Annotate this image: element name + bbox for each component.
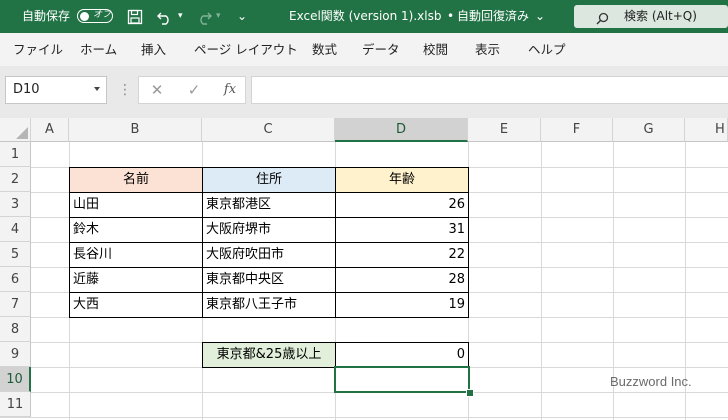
row-header-11[interactable]: 11 [0,392,31,417]
table-border [69,167,469,168]
table-border [468,167,469,318]
formula-input[interactable] [251,76,728,104]
row-header-7[interactable]: 7 [0,292,31,317]
tab-review[interactable]: 校閲 [423,33,448,66]
cell-address[interactable]: 大阪府堺市 [206,218,334,242]
formula-buttons: ✕ ✓ fx [138,76,246,104]
save-icon[interactable] [127,0,143,33]
cell-name[interactable]: 鈴木 [73,218,201,242]
cell-name[interactable]: 近藤 [73,268,201,292]
cell-address[interactable]: 東京都八王子市 [206,293,334,317]
row-header-2[interactable]: 2 [0,167,31,192]
gridline [541,118,542,420]
row-header-9[interactable]: 9 [0,342,31,367]
toggle-knob [80,11,89,21]
tab-file[interactable]: ファイル [13,33,63,66]
enter-icon[interactable]: ✓ [182,77,206,103]
autosave-label: 自動保存 [22,9,71,23]
cell-age[interactable]: 19 [336,293,465,317]
fill-handle[interactable] [466,389,474,397]
undo-dropdown-icon[interactable]: ▾ [178,0,183,33]
cell-name[interactable]: 山田 [73,193,201,217]
column-header-a[interactable]: A [31,118,69,142]
select-all-button[interactable] [0,118,31,142]
cell-name[interactable]: 大西 [73,293,201,317]
column-header-g[interactable]: G [613,118,685,142]
column-header-h[interactable]: H [685,118,728,142]
tab-page-layout[interactable]: ページ レイアウト [194,33,298,66]
table-border [202,342,203,368]
cancel-icon[interactable]: ✕ [145,77,169,103]
cell-name[interactable]: 長谷川 [73,243,201,267]
title-bar: 自動保存 オフ ▾ ▾ ⌄ Excel関数 (version 1).xlsb •… [0,0,728,33]
customize-quick-access-icon[interactable]: ⌄ [237,0,247,33]
active-cell[interactable] [334,366,470,393]
watermark: Buzzword Inc. [610,374,692,389]
table-border [202,167,203,318]
splitter-handle-icon[interactable]: ⋮ [118,80,132,100]
save-status[interactable]: 自動回復済み [457,0,529,33]
title-separator: • [447,9,455,23]
table-border [335,342,336,368]
table-border [69,267,469,268]
table-border [69,317,469,318]
header-address[interactable]: 住所 [203,168,335,192]
table-border [468,342,469,368]
name-box-dropdown-icon[interactable] [94,87,100,91]
search-label: 検索 (Alt+Q) [624,9,697,23]
tab-insert[interactable]: 挿入 [141,33,166,66]
table-border [69,242,469,243]
table-border [69,292,469,293]
table-border [69,192,469,193]
header-age[interactable]: 年齢 [336,168,468,192]
file-title: Excel関数 (version 1).xlsb [289,9,442,23]
search-icon [596,10,609,29]
ribbon-tabs: ファイル ホーム 挿入 ページ レイアウト 数式 データ 校閲 表示 ヘルプ [0,33,728,66]
formula-bar: D10 ⋮ ✕ ✓ fx [0,66,728,118]
redo-icon[interactable] [195,0,213,33]
search-box[interactable]: 検索 (Alt+Q) [574,5,728,28]
row-header-10[interactable]: 10 [0,367,31,392]
worksheet-grid: 名前 住所 年齢 山田 東京都港区 26 鈴木 大阪府堺市 31 長谷川 大阪府… [0,118,728,420]
cell-age[interactable]: 26 [336,193,465,217]
cell-address[interactable]: 東京都港区 [206,193,334,217]
cell-address[interactable]: 大阪府吹田市 [206,243,334,267]
condition-label[interactable]: 東京都&25歳以上 [203,343,335,367]
save-status-chevron-icon[interactable]: ⌄ [535,0,545,33]
column-header-e[interactable]: E [468,118,541,142]
cell-age[interactable]: 22 [336,243,465,267]
cell-address[interactable]: 東京都中央区 [206,268,334,292]
row-header-5[interactable]: 5 [0,242,31,267]
column-header-d[interactable]: D [335,118,468,142]
table-border [69,167,70,318]
autosave-state: オフ [93,10,112,20]
undo-icon[interactable] [156,0,174,33]
gridline [0,417,728,418]
name-box-value: D10 [13,82,40,97]
cell-age[interactable]: 31 [336,218,465,242]
column-header-f[interactable]: F [541,118,613,142]
table-border [69,217,469,218]
table-border [335,167,336,318]
row-header-1[interactable]: 1 [0,142,31,167]
row-header-4[interactable]: 4 [0,217,31,242]
row-header-8[interactable]: 8 [0,317,31,342]
tab-formulas[interactable]: 数式 [312,33,337,66]
column-header-c[interactable]: C [202,118,335,142]
result-cell[interactable]: 0 [336,343,465,367]
tab-help[interactable]: ヘルプ [528,33,566,66]
cell-age[interactable]: 28 [336,268,465,292]
header-name[interactable]: 名前 [70,168,202,192]
column-header-b[interactable]: B [69,118,202,142]
redo-dropdown-icon[interactable]: ▾ [216,0,221,33]
autosave-toggle[interactable]: オフ [77,9,113,23]
row-header-6[interactable]: 6 [0,267,31,292]
insert-function-icon[interactable]: fx [218,77,242,103]
row-header-3[interactable]: 3 [0,192,31,217]
tab-home[interactable]: ホーム [80,33,117,66]
name-box[interactable]: D10 [5,76,107,104]
tab-data[interactable]: データ [362,33,400,66]
tab-view[interactable]: 表示 [475,33,500,66]
